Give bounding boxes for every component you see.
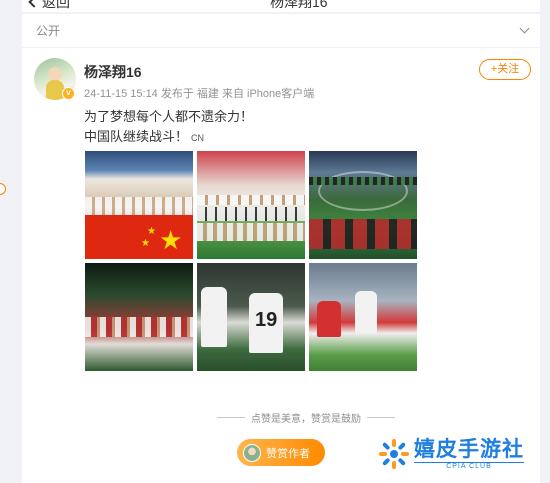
post-photo-4[interactable] (85, 263, 193, 371)
player-figure (317, 301, 341, 337)
team-row (85, 197, 193, 207)
visibility-selector[interactable]: 公开 (22, 14, 540, 48)
player-figure (355, 291, 377, 333)
dropdown-chevron-icon (519, 23, 530, 34)
jersey-number: 19 (255, 309, 278, 331)
author-name[interactable]: 杨泽翔16 (84, 62, 142, 82)
post-photo-1[interactable]: ★ ★ ★ (85, 151, 193, 259)
post-photo-6[interactable] (309, 263, 417, 371)
post-text-tag: CN (191, 133, 205, 143)
reward-label: 赞赏作者 (266, 447, 310, 460)
team-row (309, 177, 417, 185)
page-title: 杨泽翔16 (270, 0, 328, 10)
avatar-figure (46, 80, 64, 100)
team-row (197, 195, 305, 205)
player-figure (201, 287, 227, 347)
watermark-title: 嬉皮手游社 (414, 437, 524, 461)
team-row (197, 223, 305, 241)
top-bar: 返回 杨泽翔16 (22, 0, 540, 12)
team-row (309, 219, 417, 249)
divider-line (367, 417, 395, 418)
team-row (85, 317, 193, 337)
post-text-line2: 中国队继续战斗！ CN (84, 126, 204, 145)
post-text-line2-content: 中国队继续战斗！ (84, 129, 189, 144)
post-photo-3[interactable] (309, 151, 417, 259)
back-label: 返回 (42, 0, 70, 10)
post-photo-2[interactable] (197, 151, 305, 259)
verified-icon: v (62, 87, 75, 100)
watermark-logo-icon (379, 439, 409, 469)
reward-avatar-icon (243, 443, 261, 462)
side-edge-icon (0, 183, 6, 195)
visibility-label: 公开 (36, 24, 61, 38)
post-card: 公开 v 杨泽翔16 24-11-15 15:14 发布于 福建 来自 iPho… (22, 14, 540, 483)
back-chevron-icon (28, 0, 40, 8)
post-text-line1: 为了梦想每个人都不遗余力！ (84, 109, 254, 124)
flag-star-icon: ★ (159, 225, 183, 255)
reward-button[interactable]: 赞赏作者 (237, 439, 325, 466)
post-photo-5[interactable]: 19 (197, 263, 305, 371)
post-meta: 24-11-15 15:14 发布于 福建 来自 iPhone客户端 (84, 88, 315, 100)
divider-line (217, 417, 245, 418)
reward-divider: 点赞是美意，赞赏是鼓励 (217, 410, 395, 425)
watermark-text: 嬉皮手游社 CPIA CLUB (414, 437, 524, 470)
team-row (197, 207, 305, 221)
watermark-subtitle: CPIA CLUB (414, 461, 524, 470)
back-button[interactable]: 返回 (28, 0, 70, 12)
follow-button[interactable]: +关注 (479, 59, 531, 80)
watermark: 嬉皮手游社 CPIA CLUB (378, 438, 524, 470)
divider-text: 点赞是美意，赞赏是鼓励 (251, 414, 361, 425)
flag-star-icon: ★ (141, 238, 150, 249)
